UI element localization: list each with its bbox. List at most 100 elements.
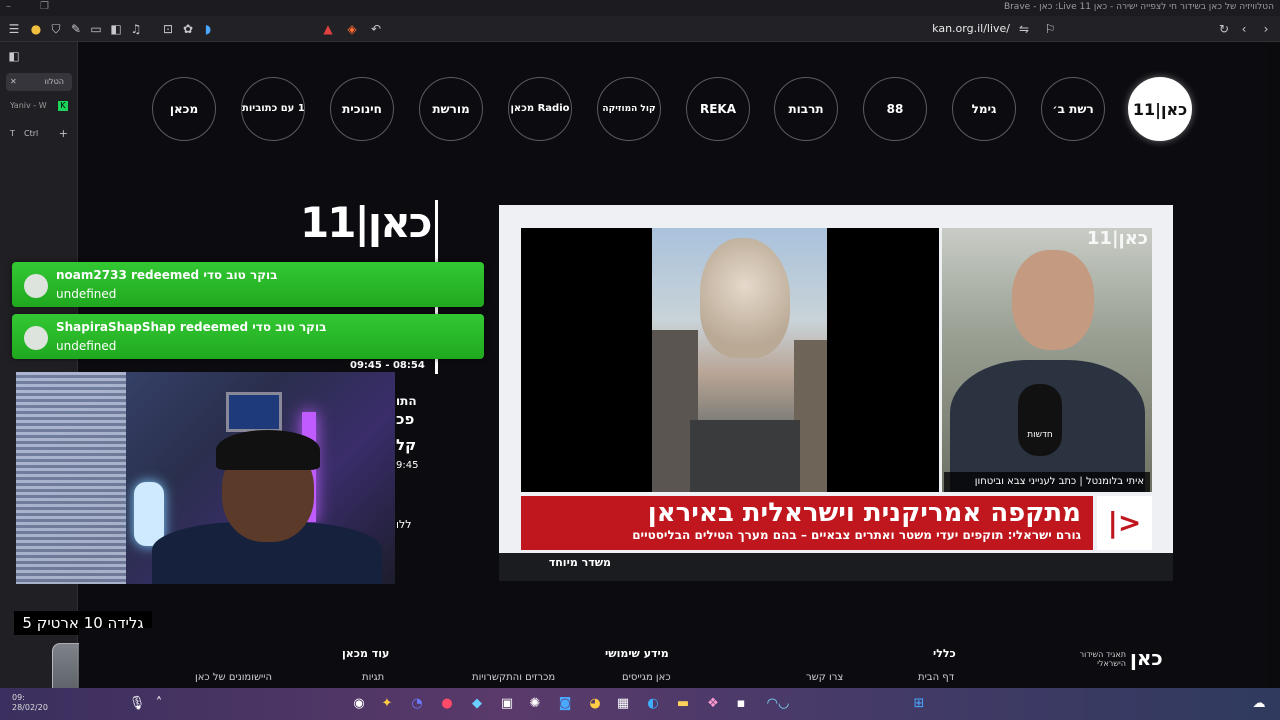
- footer-logo[interactable]: כאן: [1130, 646, 1163, 670]
- app-icon[interactable]: ▪: [732, 695, 750, 713]
- channel-reka[interactable]: REKA: [686, 77, 750, 141]
- alert-subtext: undefined: [56, 287, 117, 301]
- channel-kol-hamusica[interactable]: קול המוזיקה: [597, 77, 661, 141]
- sidebar-tab-label: הטלוו: [44, 77, 64, 86]
- channel-gimel[interactable]: גימל: [952, 77, 1016, 141]
- app-icon[interactable]: ▣: [498, 695, 516, 713]
- channel-makan[interactable]: מכאן: [152, 77, 216, 141]
- music-icon[interactable]: ♫: [128, 21, 144, 37]
- menu-icon[interactable]: ☰: [6, 21, 22, 37]
- edge-icon[interactable]: ◐: [644, 695, 662, 713]
- reporter-caption: איתי בלומנטל | כתב לענייני צבא וביטחון: [944, 472, 1150, 492]
- channel-kan11-subtitles[interactable]: כאן|11 עם כתוביות: [241, 77, 305, 141]
- clock-date: 28/02/20: [12, 703, 48, 712]
- channel-88[interactable]: 88: [863, 77, 927, 141]
- channel-label: מורשת: [432, 102, 470, 116]
- close-tab-icon[interactable]: ✕: [10, 73, 17, 91]
- lamp: [134, 482, 164, 546]
- channel-tarbut[interactable]: תרבות: [774, 77, 838, 141]
- profile-icon[interactable]: ●: [28, 21, 44, 37]
- footer-link[interactable]: היישומונים של כאן: [195, 672, 272, 683]
- app-icon[interactable]: ◙: [556, 695, 574, 713]
- app-icon[interactable]: ◆: [468, 695, 486, 713]
- footer-link[interactable]: תגיות: [362, 672, 384, 683]
- undo-icon[interactable]: ↶: [368, 21, 384, 37]
- minimize-icon[interactable]: –: [6, 1, 11, 12]
- channel-makan-radio[interactable]: מכאן Radio: [508, 77, 572, 141]
- channel-label: גימל: [971, 102, 997, 116]
- chrome-icon[interactable]: ◕: [586, 695, 604, 713]
- schedule-fragment: קל: [396, 436, 417, 454]
- chevron-up-icon[interactable]: ˄: [150, 695, 168, 713]
- footer-link[interactable]: מכרזים והתקשרויות: [472, 672, 555, 683]
- channel-label: חינוכית: [342, 102, 382, 116]
- add-tab-icon[interactable]: +: [59, 125, 68, 143]
- kan11-logo: כאן|11: [300, 198, 433, 247]
- redeem-alert: noam2733 redeemed בוקר טוב סדי undefined: [12, 262, 484, 307]
- footer-heading: עוד מכאן: [342, 647, 390, 660]
- taskbar-clock[interactable]: 09: 28/02/20: [12, 693, 48, 713]
- channel-reshet-bet[interactable]: רשת ב׳: [1041, 77, 1105, 141]
- puzzle-icon[interactable]: ✿: [180, 21, 196, 37]
- back-icon[interactable]: ‹: [1236, 21, 1252, 37]
- brave-icon[interactable]: ◈: [344, 21, 360, 37]
- app-icon[interactable]: ✦: [378, 695, 396, 713]
- channel-label: מכאן Radio: [510, 103, 570, 114]
- channel-label: תרבות: [788, 102, 824, 116]
- sidebar-toggle-icon[interactable]: ◧: [108, 21, 124, 37]
- schedule-fragment: התו: [396, 394, 417, 408]
- bookmark-icon[interactable]: ⚐: [1042, 21, 1058, 37]
- sidebar-shortcut-label: Ctrl: [24, 129, 39, 138]
- app-icon[interactable]: ◠◡: [764, 695, 792, 713]
- site-settings-icon[interactable]: ⇋: [1016, 21, 1032, 37]
- store-icon[interactable]: ▦: [614, 695, 632, 713]
- footer-link[interactable]: צרו קשר: [806, 672, 843, 683]
- discord-icon[interactable]: ◔: [408, 695, 426, 713]
- explorer-icon[interactable]: ▬: [674, 695, 692, 713]
- schedule-fragment: ללו: [396, 518, 412, 531]
- restore-icon[interactable]: ❐: [40, 1, 49, 12]
- audio-icon[interactable]: ◗: [200, 21, 216, 37]
- sidebar-tab-yaniv[interactable]: Yaniv - W K: [6, 97, 72, 115]
- sidebar-panel-icon[interactable]: ◧: [6, 48, 22, 64]
- avatar: [24, 274, 48, 298]
- tab-kan-icon[interactable]: ▲: [320, 21, 336, 37]
- forward-icon[interactable]: ›: [1258, 21, 1274, 37]
- sidebar-new-tab[interactable]: T Ctrl +: [6, 125, 72, 143]
- footer-heading: מידע שימושי: [605, 647, 669, 660]
- street: [690, 420, 800, 492]
- channel-moreshet[interactable]: מורשת: [419, 77, 483, 141]
- schedule-fragment: 9:45: [396, 460, 419, 471]
- tabs-sidebar: ◧ ✕ הטלוו Yaniv - W K T Ctrl +: [0, 42, 78, 692]
- sidebar-tab-kan[interactable]: ✕ הטלוו: [6, 73, 72, 91]
- address-bar[interactable]: kan.org.il/live/: [906, 22, 1010, 35]
- clock-time: 09:: [12, 693, 25, 702]
- wallet-icon[interactable]: ▭: [88, 21, 104, 37]
- reload-icon[interactable]: ↻: [1216, 21, 1232, 37]
- os-titlebar: – ❐ הטלוויזיה של כאן בשידור חי לצפייה יש…: [0, 0, 1280, 16]
- studio-label: משדר מיוחד: [548, 556, 611, 569]
- kick-icon: K: [58, 101, 68, 111]
- extension-icon[interactable]: ✎: [68, 21, 84, 37]
- obs-icon[interactable]: ◉: [350, 695, 368, 713]
- microphone-icon[interactable]: 🎙: [128, 695, 146, 713]
- channel-label: רשת ב׳: [1052, 102, 1094, 116]
- channel-kan11[interactable]: כאן|11: [1128, 77, 1192, 141]
- footer-link[interactable]: כאן מגייסים: [622, 672, 671, 683]
- channel-label: מכאן: [169, 102, 199, 116]
- schedule-time: 09:45 - 08:54: [350, 360, 425, 371]
- screenshot-icon[interactable]: ⊡: [160, 21, 176, 37]
- subheadline: גורם ישראלי: תוקפים יעדי משטר ואתרים צבא…: [632, 528, 1081, 542]
- app-icon[interactable]: ❖: [704, 695, 722, 713]
- chatgpt-icon[interactable]: ✺: [526, 695, 544, 713]
- windows-start-icon[interactable]: ⊞: [910, 695, 928, 713]
- streamer-webcam: [16, 372, 395, 584]
- wall-frame: [226, 392, 282, 432]
- app-icon[interactable]: ●: [438, 695, 456, 713]
- weather-icon[interactable]: ☁: [1250, 695, 1268, 713]
- footer-link[interactable]: דף הבית: [918, 672, 954, 683]
- channel-hinuchit[interactable]: חינוכית: [330, 77, 394, 141]
- shield-icon[interactable]: ⛉: [48, 21, 64, 37]
- headline: מתקפה אמריקנית וישראלית באיראן: [647, 498, 1081, 528]
- channel-label: כאן|11: [1132, 100, 1188, 119]
